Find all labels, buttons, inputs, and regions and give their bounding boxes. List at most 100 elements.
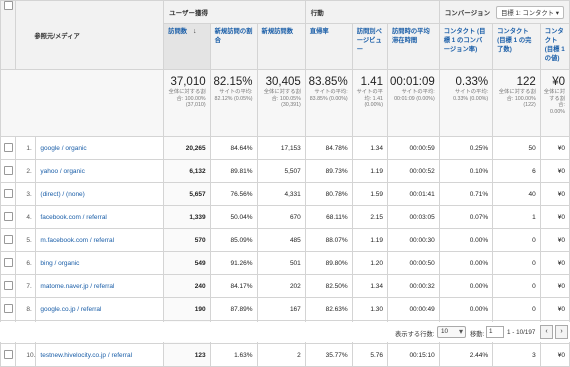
col-sessions[interactable]: 訪問数 ↓ <box>163 23 211 70</box>
row-new-visits: 17,153 <box>256 136 306 160</box>
col-new-visit-pct-label[interactable]: 新規訪問の割合 <box>215 28 253 44</box>
row-conv-rate: 0.25% <box>438 136 494 160</box>
row-completions: 0 <box>492 297 541 321</box>
total-new-visit-pct: 82.15% サイトの平均: 82.12% (0.05%) <box>209 69 258 137</box>
col-sessions-label[interactable]: 訪問数 <box>168 28 187 35</box>
totals-label-cell <box>0 69 165 137</box>
select-all-checkbox[interactable] <box>3 1 13 10</box>
row-checkbox[interactable] <box>0 136 17 160</box>
row-dimension-link[interactable]: (direct) / (none) <box>40 191 84 198</box>
row-avg-duration: 00:00:59 <box>386 136 440 160</box>
row-new-visits: 5,507 <box>256 159 306 183</box>
col-value[interactable]: コンタクト (目標 1 の値) <box>539 23 570 70</box>
row-value: ¥0 <box>539 159 570 183</box>
row-dimension[interactable]: google / organic <box>35 136 165 160</box>
dimension-header[interactable]: 参照元/メディア <box>15 0 165 70</box>
row-checkbox[interactable] <box>0 159 17 183</box>
col-pages-per-visit[interactable]: 訪問別ページビュー <box>351 23 388 70</box>
row-completions: 50 <box>492 136 541 160</box>
row-checkbox-box[interactable] <box>3 142 13 152</box>
table-row: 7. matome.naver.jp / referral 240 84.17% 202… <box>0 274 570 298</box>
total-value-value: ¥0 <box>552 76 565 88</box>
row-dimension-link[interactable]: facebook.com / referral <box>40 214 106 221</box>
next-page-button[interactable]: › <box>555 325 568 339</box>
total-value: ¥0 全体に対する割合: 0.00% <box>539 69 570 137</box>
row-new-visit-pct: 50.04% <box>209 205 258 229</box>
row-dimension-link[interactable]: matome.naver.jp / referral <box>40 283 114 290</box>
row-value: ¥0 <box>539 136 570 160</box>
row-dimension[interactable]: yahoo / organic <box>35 159 165 183</box>
row-avg-duration: 00:00:32 <box>386 274 440 298</box>
col-bounce-label[interactable]: 直帰率 <box>310 28 329 35</box>
sort-desc-icon[interactable]: ↓ <box>193 28 197 35</box>
row-checkbox[interactable] <box>0 228 17 252</box>
row-checkbox-box[interactable] <box>3 349 13 359</box>
row-dimension[interactable]: matome.naver.jp / referral <box>35 274 165 298</box>
row-dimension[interactable]: m.facebook.com / referral <box>35 228 165 252</box>
row-new-visits: 2 <box>256 343 306 367</box>
row-dimension-link[interactable]: bing / organic <box>40 260 79 267</box>
row-dimension-link[interactable]: testnew.hivelocity.co.jp / referral <box>40 352 132 359</box>
row-dimension-link[interactable]: m.facebook.com / referral <box>40 237 114 244</box>
col-completions[interactable]: コンタクト (目標 1 の完了数) <box>492 23 541 70</box>
col-conv-rate-label[interactable]: コンタクト (目標 1 のコンバージョン率) <box>444 28 486 53</box>
col-bounce[interactable]: 直帰率 <box>304 23 353 70</box>
col-new-visits[interactable]: 新規訪問数 <box>256 23 306 70</box>
col-conv-rate[interactable]: コンタクト (目標 1 のコンバージョン率) <box>438 23 494 70</box>
row-dimension[interactable]: testnew.hivelocity.co.jp / referral <box>35 343 165 367</box>
col-avg-duration[interactable]: 訪問時の平均滞在時間 <box>386 23 440 70</box>
row-checkbox[interactable] <box>0 251 17 275</box>
row-dimension-link[interactable]: google / organic <box>40 145 86 152</box>
row-sessions: 240 <box>163 274 211 298</box>
row-checkbox[interactable] <box>0 205 17 229</box>
col-completions-label[interactable]: コンタクト (目標 1 の完了数) <box>497 28 531 53</box>
row-checkbox-box[interactable] <box>3 234 13 244</box>
prev-page-button[interactable]: ‹ <box>540 325 553 339</box>
row-sessions: 1,339 <box>163 205 211 229</box>
row-checkbox[interactable] <box>0 182 17 206</box>
row-new-visit-pct: 76.56% <box>209 182 258 206</box>
row-new-visits: 4,331 <box>256 182 306 206</box>
goto-input[interactable]: 1 <box>486 326 504 338</box>
row-conv-rate: 0.00% <box>438 297 494 321</box>
table-row: 8. google.co.jp / referral 190 87.89% 167 82.… <box>0 297 570 321</box>
rows-per-page-select[interactable]: 10 ▾ <box>437 326 466 338</box>
row-pages-per-visit: 1.34 <box>351 274 388 298</box>
table-row: 1. google / organic 20,265 84.64% 17,153 84.7… <box>0 136 570 160</box>
select-all-cell[interactable] <box>0 0 17 70</box>
row-checkbox[interactable] <box>0 343 17 367</box>
col-avg-duration-label[interactable]: 訪問時の平均滞在時間 <box>392 28 430 44</box>
row-checkbox-box[interactable] <box>3 188 13 198</box>
row-bounce: 35.77% <box>304 343 353 367</box>
row-completions: 0 <box>492 251 541 275</box>
row-checkbox-box[interactable] <box>3 165 13 175</box>
row-dimension[interactable]: google.co.jp / referral <box>35 297 165 321</box>
row-bounce: 68.11% <box>304 205 353 229</box>
goal-select[interactable]: 目標 1: コンタクト ▾ <box>496 5 564 19</box>
row-value: ¥0 <box>539 343 570 367</box>
row-dimension-link[interactable]: yahoo / organic <box>40 168 84 175</box>
row-checkbox-box[interactable] <box>3 257 13 267</box>
row-checkbox[interactable] <box>0 274 17 298</box>
table-row: 10. testnew.hivelocity.co.jp / referral 12… <box>0 343 570 367</box>
table-row: 2. yahoo / organic 6,132 89.81% 5,507 89.73% 1… <box>0 159 570 183</box>
row-dimension[interactable]: facebook.com / referral <box>35 205 165 229</box>
row-checkbox[interactable] <box>0 297 17 321</box>
row-index: 8. <box>15 297 37 321</box>
row-dimension[interactable]: (direct) / (none) <box>35 182 165 206</box>
col-pages-per-visit-label[interactable]: 訪問別ページビュー <box>357 28 382 53</box>
row-index: 6. <box>15 251 37 275</box>
total-pages-per-visit: 1.41 サイトの平均: 1.41 (0.00%) <box>351 69 388 137</box>
row-completions: 40 <box>492 182 541 206</box>
row-checkbox-box[interactable] <box>3 280 13 290</box>
row-pages-per-visit: 1.20 <box>351 251 388 275</box>
group-acquisition: ユーザー獲得 <box>163 0 306 24</box>
col-new-visit-pct[interactable]: 新規訪問の割合 <box>209 23 258 70</box>
col-value-label[interactable]: コンタクト (目標 1 の値) <box>545 28 565 62</box>
row-dimension[interactable]: bing / organic <box>35 251 165 275</box>
row-checkbox-box[interactable] <box>3 303 13 313</box>
row-dimension-link[interactable]: google.co.jp / referral <box>40 306 101 313</box>
col-new-visits-label[interactable]: 新規訪問数 <box>262 28 293 35</box>
row-checkbox-box[interactable] <box>3 211 13 221</box>
total-conv-rate-value: 0.33% <box>455 76 489 88</box>
